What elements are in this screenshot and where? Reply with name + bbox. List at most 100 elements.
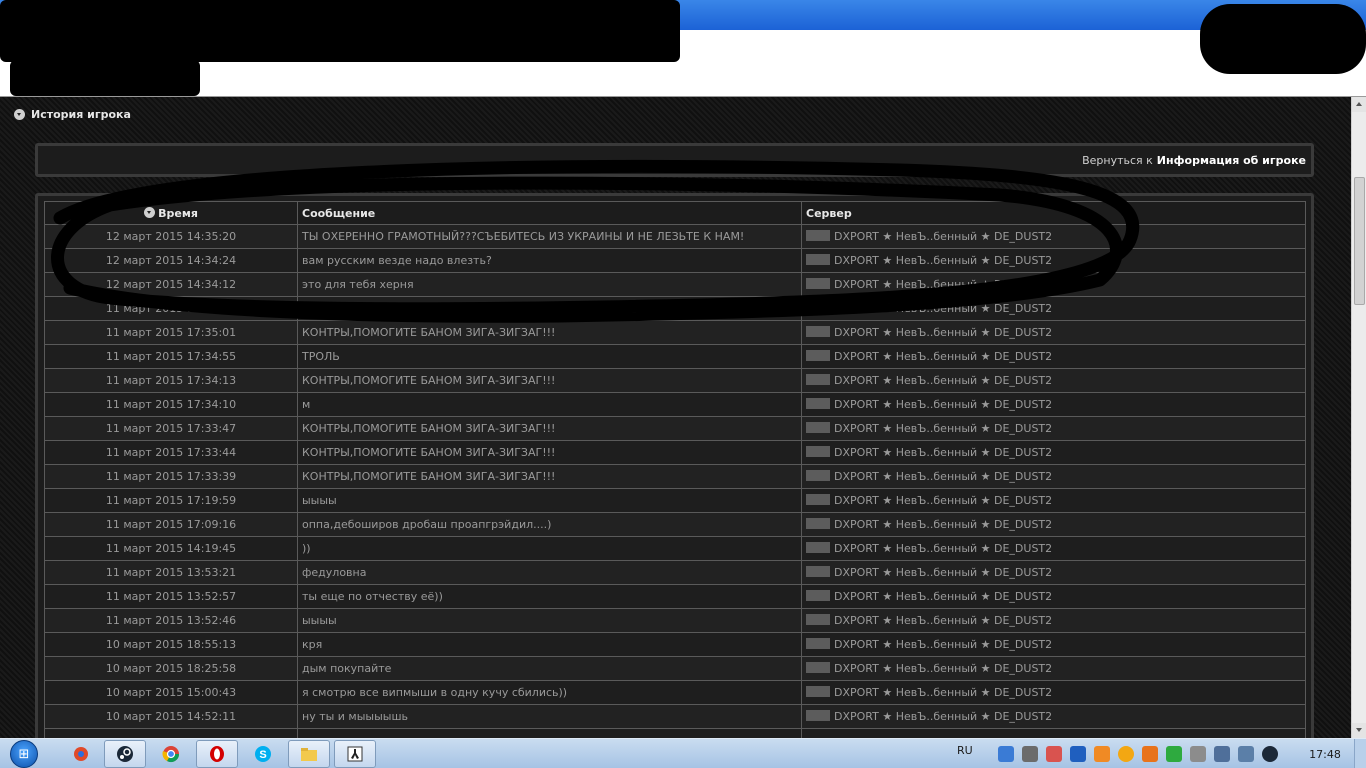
cell-server: DXPORT ★ НевЪ..бенный ★ DE_DUST2 — [801, 536, 1306, 561]
cell-server: DXPORT ★ НевЪ..бенный ★ DE_DUST2 — [801, 512, 1306, 537]
cell-message: КОНТРЫ,ПОМОГИТЕ БАНОМ ЗИГА-ЗИГЗАГ!!! — [297, 368, 802, 393]
cell-server: DXPORT ★ НевЪ..бенный ★ DE_DUST2 — [801, 656, 1306, 681]
table-row: 11 март 2015 13:52:57 ты еще по отчеству … — [44, 584, 1306, 609]
server-name[interactable]: DXPORT ★ НевЪ..бенный ★ DE_DUST2 — [834, 662, 1052, 675]
cell-time: 10 март 2015 14:52:11 — [44, 704, 298, 729]
taskbar-chrome-icon[interactable] — [150, 740, 192, 768]
start-button[interactable]: ⊞ — [4, 740, 44, 768]
taskbar-app-game-icon[interactable] — [60, 740, 102, 768]
cell-time: 10 март 2015 18:55:13 — [44, 632, 298, 657]
cell-server: DXPORT ★ НевЪ..бенный ★ DE_DUST2 — [801, 272, 1306, 297]
server-name[interactable]: DXPORT ★ НевЪ..бенный ★ DE_DUST2 — [834, 470, 1052, 483]
column-header-time[interactable]: Время — [44, 201, 298, 225]
tray-steam-icon[interactable] — [1262, 746, 1278, 762]
server-name[interactable]: DXPORT ★ НевЪ..бенный ★ DE_DUST2 — [834, 422, 1052, 435]
server-flag-icon — [806, 278, 830, 289]
cell-message: дым покупайте — [297, 656, 802, 681]
server-name[interactable]: DXPORT ★ НевЪ..бенный ★ DE_DUST2 — [834, 638, 1052, 651]
section-title: История игрока — [31, 108, 131, 121]
cell-time: 11 март 2015 17:09:16 — [44, 512, 298, 537]
server-name[interactable]: DXPORT ★ НевЪ..бенный ★ DE_DUST2 — [834, 278, 1052, 291]
tray-app-orange-icon[interactable] — [1094, 746, 1110, 762]
tray-signal-icon[interactable] — [1214, 746, 1230, 762]
server-name[interactable]: DXPORT ★ НевЪ..бенный ★ DE_DUST2 — [834, 614, 1052, 627]
server-name[interactable]: DXPORT ★ НевЪ..бенный ★ DE_DUST2 — [834, 494, 1052, 507]
vertical-scrollbar[interactable] — [1351, 97, 1366, 738]
server-flag-icon — [806, 470, 830, 481]
scrollbar-thumb[interactable] — [1354, 177, 1365, 305]
cell-message: КОНТРЫ,ПОМОГИТЕ БАНОМ ЗИГА-ЗИГЗАГ!!! — [297, 296, 802, 321]
table-row: 11 март 2015 14:19:45)) DXPORT ★ НевЪ..бе… — [44, 536, 1306, 561]
tray-speaker-icon[interactable] — [1046, 746, 1062, 762]
language-indicator[interactable]: RU — [957, 744, 973, 757]
taskbar-steam-icon[interactable] — [104, 740, 146, 768]
server-name[interactable]: DXPORT ★ НевЪ..бенный ★ DE_DUST2 — [834, 542, 1052, 555]
server-name[interactable]: DXPORT ★ НевЪ..бенный ★ DE_DUST2 — [834, 590, 1052, 603]
cell-time: 11 март 2015 14:19:45 — [44, 536, 298, 561]
tray-bluetooth-icon[interactable] — [1070, 746, 1086, 762]
section-header[interactable]: История игрока — [14, 108, 131, 121]
server-flag-icon — [806, 494, 830, 505]
server-name[interactable]: DXPORT ★ НевЪ..бенный ★ DE_DUST2 — [834, 566, 1052, 579]
cell-time: 11 март 2015 17:33:47 — [44, 416, 298, 441]
show-desktop-button[interactable] — [1354, 739, 1366, 768]
player-history-page: История игрока Вернуться к Информация об… — [0, 97, 1351, 738]
cell-time: 12 март 2015 14:35:20 — [44, 224, 298, 249]
taskbar: ⊞ S RU 17:48 — [0, 738, 1366, 768]
tray-app-ring-icon[interactable] — [1118, 746, 1134, 762]
tray-network-app-icon[interactable] — [998, 746, 1014, 762]
taskbar-skype-icon[interactable]: S — [242, 740, 284, 768]
server-flag-icon — [806, 446, 830, 457]
taskbar-clock[interactable]: 17:48 — [1296, 748, 1354, 761]
tray-shield-icon[interactable] — [1166, 746, 1182, 762]
cell-server: DXPORT ★ НевЪ..бенный ★ DE_DUST2 — [801, 464, 1306, 489]
server-name[interactable]: DXPORT ★ НевЪ..бенный ★ DE_DUST2 — [834, 518, 1052, 531]
taskbar-explorer-icon[interactable] — [288, 740, 330, 768]
table-row: 11 март 2015 17:33:44 КОНТРЫ,ПОМОГИТЕ БАН… — [44, 440, 1306, 465]
table-row: 10 март 2015 14:52:11 ну ты и мыыыышь DXPO… — [44, 704, 1306, 729]
server-name[interactable]: DXPORT ★ НевЪ..бенный ★ DE_DUST2 — [834, 302, 1052, 315]
server-name[interactable]: DXPORT ★ НевЪ..бенный ★ DE_DUST2 — [834, 374, 1052, 387]
cell-time: 10 март 2015 18:25:58 — [44, 656, 298, 681]
sort-desc-icon[interactable] — [144, 206, 156, 218]
server-flag-icon — [806, 686, 830, 697]
cell-time: 11 март 2015 17:34:13 — [44, 368, 298, 393]
taskbar-opera-icon[interactable] — [196, 740, 238, 768]
server-name[interactable]: DXPORT ★ НевЪ..бенный ★ DE_DUST2 — [834, 686, 1052, 699]
cell-server: DXPORT ★ НевЪ..бенный ★ DE_DUST2 — [801, 392, 1306, 417]
scroll-up-arrow-icon[interactable] — [1352, 97, 1366, 112]
cell-message: это для тебя херня — [297, 272, 802, 297]
cell-time: 11 март 2015 17:33:44 — [44, 440, 298, 465]
tray-volume-icon[interactable] — [1238, 746, 1254, 762]
server-name[interactable]: DXPORT ★ НевЪ..бенный ★ DE_DUST2 — [834, 230, 1052, 243]
redaction-mark — [10, 60, 200, 96]
server-flag-icon — [806, 518, 830, 529]
table-header-row: Время Сообщение Сервер — [44, 201, 1306, 225]
server-flag-icon — [806, 662, 830, 673]
cell-time: 11 март 2015 17:34:55 — [44, 344, 298, 369]
table-row: 11 март 2015 17:19:59 ыыыы DXPORT ★ НевЪ..… — [44, 488, 1306, 513]
collapse-icon[interactable] — [14, 109, 25, 120]
cell-message: вам русским везде надо влезть? — [297, 248, 802, 273]
server-name[interactable]: DXPORT ★ НевЪ..бенный ★ DE_DUST2 — [834, 398, 1052, 411]
server-flag-icon — [806, 590, 830, 601]
table-row: 12 март 2015 14:34:12 это для тебя херня D… — [44, 272, 1306, 297]
tray-usb-icon[interactable] — [1190, 746, 1206, 762]
server-flag-icon — [806, 566, 830, 577]
cell-server: DXPORT ★ НевЪ..бенный ★ DE_DUST2 — [801, 224, 1306, 249]
cell-server: DXPORT ★ НевЪ..бенный ★ DE_DUST2 — [801, 248, 1306, 273]
server-name[interactable]: DXPORT ★ НевЪ..бенный ★ DE_DUST2 — [834, 710, 1052, 723]
server-name[interactable]: DXPORT ★ НевЪ..бенный ★ DE_DUST2 — [834, 254, 1052, 267]
table-row: 10 март 2015 18:55:13 кря DXPORT ★ НевЪ..б… — [44, 632, 1306, 657]
cell-time: 11 март 2015 17:34:10 — [44, 392, 298, 417]
scroll-down-arrow-icon[interactable] — [1352, 723, 1366, 738]
tray-monitor-icon[interactable] — [1022, 746, 1038, 762]
server-name[interactable]: DXPORT ★ НевЪ..бенный ★ DE_DUST2 — [834, 446, 1052, 459]
table-row: 11 март 2015 17:37:19 КОНТРЫ,ПОМОГИТЕ БАН… — [44, 296, 1306, 321]
server-name[interactable]: DXPORT ★ НевЪ..бенный ★ DE_DUST2 — [834, 326, 1052, 339]
tray-app-flame-icon[interactable] — [1142, 746, 1158, 762]
history-table-panel: Время Сообщение Сервер 12 март 2015 14:3… — [35, 193, 1314, 738]
server-name[interactable]: DXPORT ★ НевЪ..бенный ★ DE_DUST2 — [834, 350, 1052, 363]
back-to-player-info-link[interactable]: Информация об игроке — [1157, 154, 1306, 167]
taskbar-counter-strike-icon[interactable] — [334, 740, 376, 768]
